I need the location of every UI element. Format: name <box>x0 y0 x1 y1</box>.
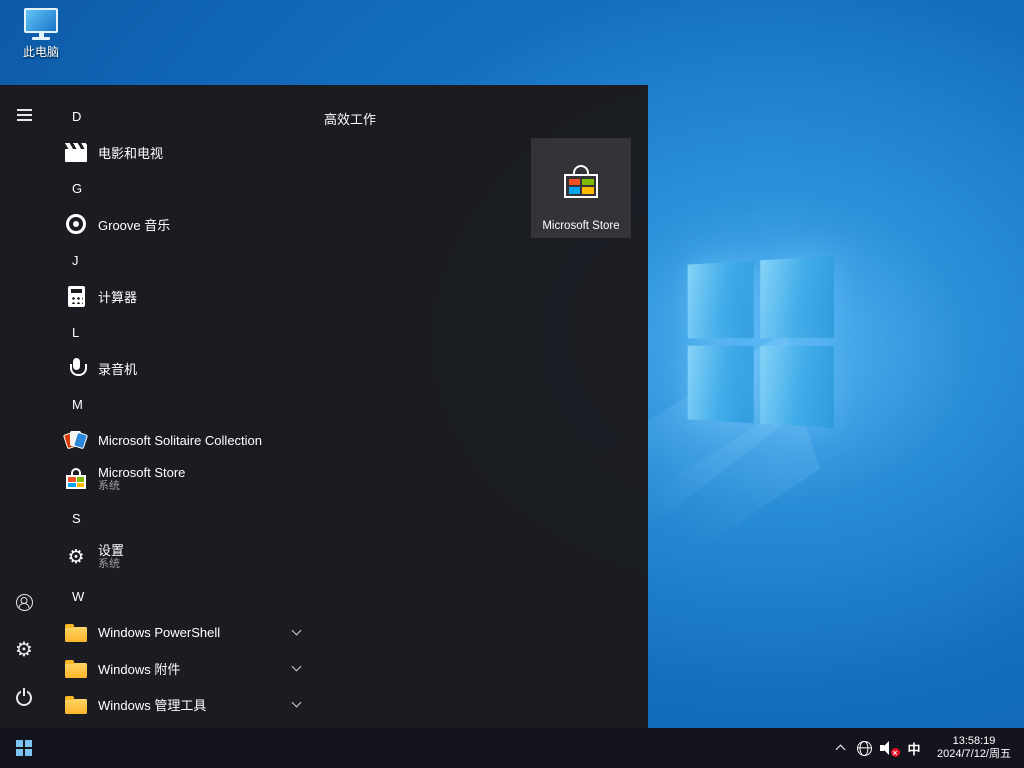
voice-recorder-icon <box>64 356 88 380</box>
calculator-icon <box>64 284 88 308</box>
windows-logo-icon <box>16 740 32 756</box>
app-label: Microsoft Solitaire Collection <box>98 433 262 448</box>
app-label: Windows 附件 <box>98 659 180 678</box>
chevron-down-icon <box>293 630 300 634</box>
app-list: D 电影和电视 G Groove 音乐 J 计算器 L <box>48 85 326 728</box>
folder-icon <box>64 620 88 644</box>
letter-label: L <box>72 325 79 340</box>
user-icon <box>16 594 33 611</box>
app-label: Windows 管理工具 <box>98 695 206 714</box>
start-app-calculator[interactable]: 计算器 <box>48 278 326 314</box>
start-menu: D 电影和电视 G Groove 音乐 J 计算器 L <box>0 85 648 728</box>
app-list-letter-g[interactable]: G <box>48 170 326 206</box>
start-folder-windows-accessories[interactable]: Windows 附件 <box>48 650 326 686</box>
app-list-letter-w[interactable]: W <box>48 578 326 614</box>
app-label: 计算器 <box>98 287 137 306</box>
start-app-movies-tv[interactable]: 电影和电视 <box>48 134 326 170</box>
app-subtitle: 系统 <box>98 480 185 493</box>
start-folder-windows-admin-tools[interactable]: Windows 管理工具 <box>48 686 326 722</box>
chevron-down-icon <box>293 666 300 670</box>
app-label: 电影和电视 <box>98 143 163 162</box>
folder-icon <box>64 692 88 716</box>
start-app-settings[interactable]: 设置 系统 <box>48 536 326 578</box>
power-icon <box>16 690 32 706</box>
menu-expand-button[interactable] <box>0 91 48 139</box>
network-button[interactable] <box>852 728 876 768</box>
settings-button[interactable] <box>0 626 48 674</box>
tile-label: Microsoft Store <box>531 220 631 232</box>
tile-microsoft-store[interactable]: Microsoft Store <box>531 138 631 238</box>
app-label: 设置 <box>98 543 124 558</box>
app-list-letter-s[interactable]: S <box>48 500 326 536</box>
solitaire-icon <box>64 428 88 452</box>
app-list-letter-j[interactable]: J <box>48 242 326 278</box>
system-tray: 中 13:58:19 2024/7/12/周五 <box>828 728 1024 768</box>
app-list-letter-l[interactable]: L <box>48 314 326 350</box>
gear-icon <box>15 639 33 661</box>
start-menu-rail <box>0 85 48 728</box>
start-app-groove-music[interactable]: Groove 音乐 <box>48 206 326 242</box>
chevron-down-icon <box>293 702 300 706</box>
app-list-letter-m[interactable]: M <box>48 386 326 422</box>
groove-music-icon <box>64 212 88 236</box>
microsoft-store-icon <box>564 165 598 199</box>
ime-indicator[interactable]: 中 <box>900 728 928 768</box>
app-label: Microsoft Store <box>98 465 185 480</box>
desktop: 此电脑 D 电影和电视 <box>0 0 1024 768</box>
volume-button[interactable] <box>876 728 900 768</box>
network-icon <box>857 741 872 756</box>
movies-tv-icon <box>64 140 88 164</box>
clock-time: 13:58:19 <box>953 735 996 748</box>
taskbar: 中 13:58:19 2024/7/12/周五 <box>0 728 1024 768</box>
user-account-button[interactable] <box>0 578 48 626</box>
letter-label: S <box>72 511 81 526</box>
start-app-microsoft-store[interactable]: Microsoft Store 系统 <box>48 458 326 500</box>
chevron-up-icon <box>835 745 845 755</box>
windows-hero-logo <box>688 256 834 428</box>
app-list-letter-d[interactable]: D <box>48 98 326 134</box>
letter-label: W <box>72 589 84 604</box>
tile-group-title[interactable]: 高效工作 <box>324 109 376 128</box>
app-subtitle: 系统 <box>98 558 124 571</box>
start-button[interactable] <box>0 728 48 768</box>
taskbar-clock[interactable]: 13:58:19 2024/7/12/周五 <box>928 728 1024 768</box>
this-pc-icon <box>23 8 59 40</box>
microsoft-store-icon <box>64 467 88 491</box>
folder-icon <box>64 656 88 680</box>
desktop-icon-label: 此电脑 <box>12 43 70 60</box>
letter-label: J <box>72 253 79 268</box>
settings-gear-icon <box>64 545 88 569</box>
desktop-icon-this-pc[interactable]: 此电脑 <box>12 8 70 60</box>
start-folder-windows-powershell[interactable]: Windows PowerShell <box>48 614 326 650</box>
app-label: 录音机 <box>98 359 137 378</box>
clock-date: 2024/7/12/周五 <box>937 748 1011 761</box>
letter-label: D <box>72 109 81 124</box>
letter-label: M <box>72 397 83 412</box>
app-label: Groove 音乐 <box>98 215 170 234</box>
tray-overflow-button[interactable] <box>828 728 852 768</box>
hamburger-icon <box>17 106 32 124</box>
start-app-voice-recorder[interactable]: 录音机 <box>48 350 326 386</box>
power-button[interactable] <box>0 674 48 722</box>
volume-muted-icon <box>880 741 897 755</box>
taskbar-empty-area[interactable] <box>48 728 828 768</box>
start-app-solitaire[interactable]: Microsoft Solitaire Collection <box>48 422 326 458</box>
letter-label: G <box>72 181 82 196</box>
app-label: Windows PowerShell <box>98 625 220 640</box>
